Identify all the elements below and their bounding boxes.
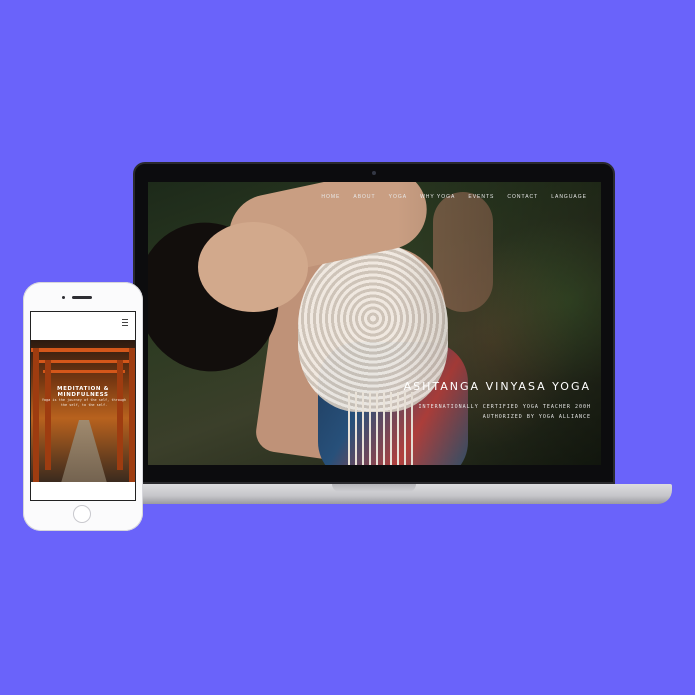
nav-item-about[interactable]: About (353, 194, 375, 200)
hamburger-menu-icon[interactable] (122, 319, 128, 326)
torii-gate (31, 348, 135, 352)
camera-icon (372, 171, 376, 175)
laptop-screen: Home About Yoga Why Yoga Events Contact … (148, 182, 601, 465)
nav-item-yoga[interactable]: Yoga (389, 194, 407, 200)
screen-shade (148, 182, 601, 465)
hero-title: ASHTANGA VINYASA YOGA (403, 380, 591, 393)
phone-earpiece (72, 296, 92, 299)
phone-hero-subtitle: Yoga is the journey of the self, through… (41, 398, 127, 407)
torii-post (45, 360, 51, 470)
torii-gate (43, 370, 125, 373)
hero-subtitle-line-1: INTERNATIONALLY CERTIFIED YOGA TEACHER 2… (418, 404, 591, 410)
nav-item-language[interactable]: Language (551, 194, 587, 200)
stone-path (59, 420, 109, 482)
hero-subtitle: INTERNATIONALLY CERTIFIED YOGA TEACHER 2… (419, 402, 591, 422)
nav-item-home[interactable]: Home (321, 194, 340, 200)
phone-topbar (31, 312, 135, 338)
laptop-notch (332, 484, 416, 492)
phone-hero-title: MEDITATION & MINDFULNESS (57, 386, 109, 398)
torii-post (33, 348, 39, 482)
phone-screen: MEDITATION & MINDFULNESS Yoga is the jou… (30, 311, 136, 501)
phone-sensor (62, 296, 65, 299)
phone-hero-image: MEDITATION & MINDFULNESS Yoga is the jou… (31, 340, 135, 482)
nav-item-contact[interactable]: Contact (507, 194, 538, 200)
torii-post (117, 360, 123, 470)
home-button-icon[interactable] (73, 505, 91, 523)
nav-item-why-yoga[interactable]: Why Yoga (420, 194, 455, 200)
torii-post (129, 348, 135, 482)
hero-subtitle-line-2: AUTHORIZED BY YOGA ALLIANCE (482, 414, 591, 420)
site-nav: Home About Yoga Why Yoga Events Contact … (321, 194, 587, 200)
nav-item-events[interactable]: Events (468, 194, 494, 200)
